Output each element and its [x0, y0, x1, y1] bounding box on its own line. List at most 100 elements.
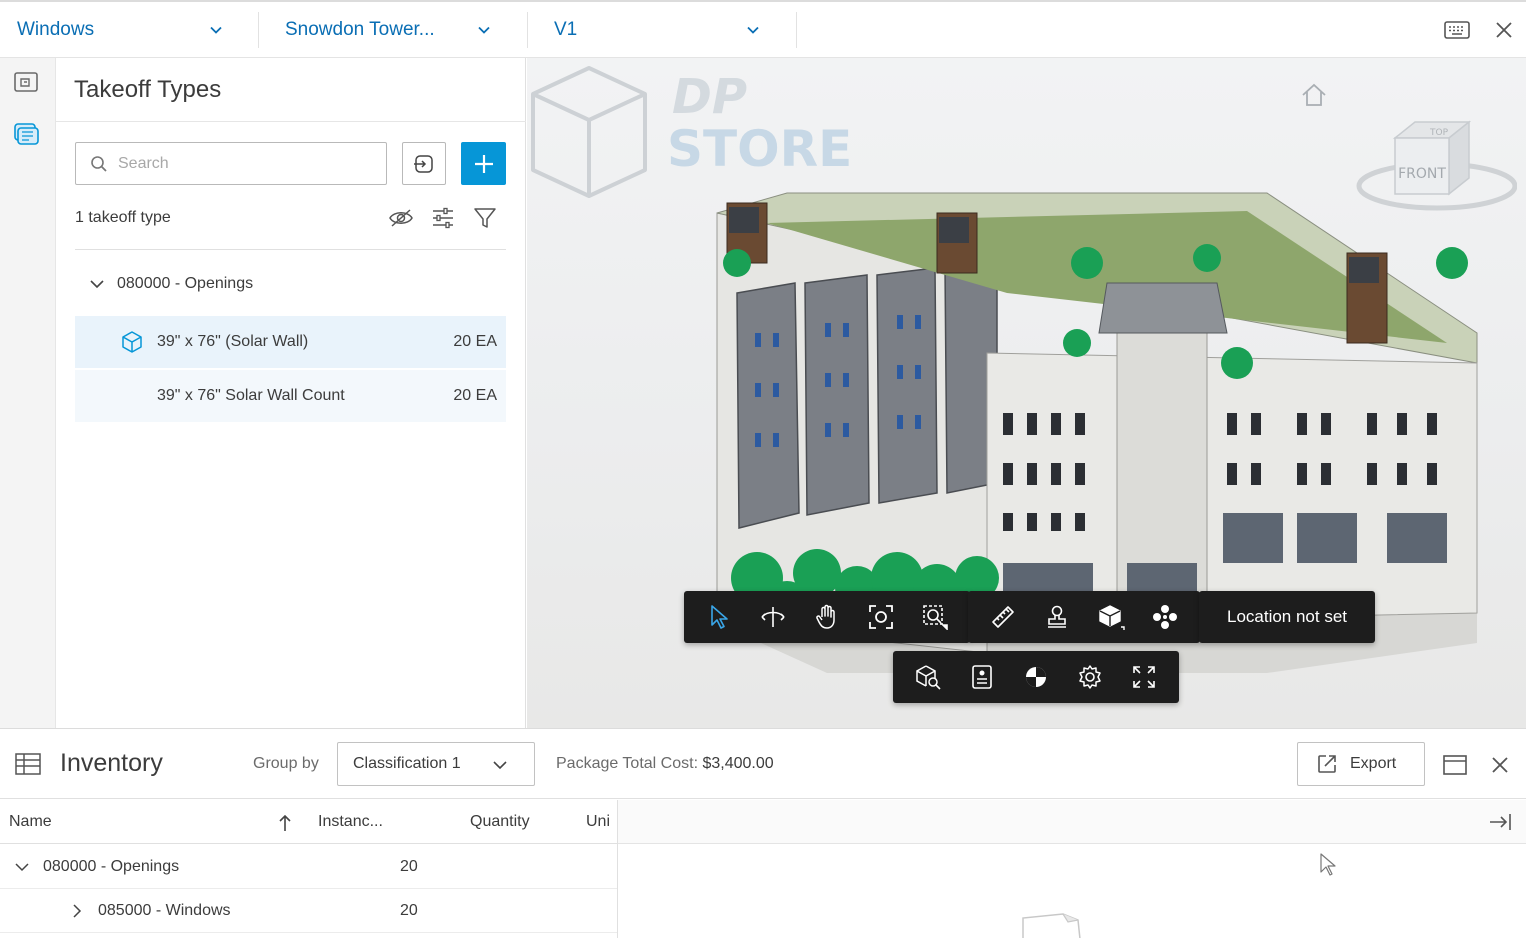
- version-dropdown-label: V1: [554, 19, 578, 40]
- panel-layout-icon[interactable]: [1441, 751, 1469, 779]
- divider: [258, 12, 259, 48]
- version-dropdown[interactable]: V1: [554, 2, 760, 58]
- divider: [75, 249, 506, 250]
- package-cost-label: Package Total Cost:: [556, 755, 699, 772]
- group-row-openings[interactable]: 080000 - Openings: [75, 266, 506, 302]
- viewcube-front-label: FRONT: [1398, 166, 1446, 182]
- package-cost-value: $3,400.00: [702, 755, 774, 772]
- column-header-quantity[interactable]: Quantity: [470, 813, 530, 831]
- fit-to-view-icon: [869, 605, 893, 629]
- panel-title: Takeoff Types: [74, 76, 222, 103]
- keyboard-icon[interactable]: [1443, 16, 1471, 44]
- project-dropdown-label: Windows: [17, 19, 95, 40]
- import-icon: [414, 154, 433, 173]
- chevron-right-icon[interactable]: [69, 903, 85, 919]
- zoom-window-button[interactable]: [912, 596, 958, 638]
- fullscreen-icon: [1133, 666, 1155, 688]
- app-root: Windows Snowdon Tower... V1 Takeoff Type…: [0, 0, 1526, 938]
- takeoff-type-item[interactable]: 39" x 76" (Solar Wall) 20 EA: [75, 316, 506, 368]
- left-rail: [0, 58, 56, 728]
- takeoff-type-qty: 20 EA: [453, 333, 497, 350]
- hand-icon: [816, 604, 835, 629]
- search-icon: [91, 155, 107, 172]
- table-icon: [15, 753, 41, 775]
- fullscreen-button[interactable]: [1121, 656, 1167, 698]
- watermark-text-1: DP: [672, 69, 747, 125]
- detail-pane: [617, 800, 1526, 938]
- location-status[interactable]: Location not set: [1199, 591, 1375, 643]
- filter-icon[interactable]: [471, 204, 499, 232]
- close-icon[interactable]: [1486, 751, 1514, 779]
- appearance-button[interactable]: [1013, 656, 1059, 698]
- group-label: 080000 - Openings: [117, 275, 254, 292]
- properties-button[interactable]: [959, 656, 1005, 698]
- explode-tool-button[interactable]: [1142, 596, 1188, 638]
- inventory-panel: Inventory Group by Classification 1 Pack…: [0, 728, 1526, 938]
- takeoff-models-icon[interactable]: [10, 118, 42, 150]
- chevron-down-icon: [478, 26, 490, 34]
- table-row[interactable]: 085000 - Windows 20: [0, 889, 617, 933]
- close-icon[interactable]: [1490, 16, 1518, 44]
- mouse-cursor-icon: [1320, 853, 1336, 876]
- row-instances: 20: [400, 858, 418, 875]
- pan-tool-button[interactable]: [804, 596, 850, 638]
- export-label: Export: [1350, 755, 1397, 772]
- add-takeoff-button[interactable]: [461, 142, 506, 185]
- row-name: 080000 - Openings: [43, 858, 180, 875]
- table-row[interactable]: 080000 - Openings 20: [0, 845, 617, 889]
- tools-toolbar: [968, 591, 1200, 643]
- gear-icon: [1079, 665, 1101, 689]
- chevron-down-icon: [90, 280, 104, 289]
- sort-ascending-icon[interactable]: [277, 813, 293, 833]
- divider: [527, 12, 528, 48]
- viewer-settings-button[interactable]: [1067, 656, 1113, 698]
- takeoff-package-item[interactable]: 39" x 76" Solar Wall Count 20 EA: [75, 370, 506, 422]
- fit-view-button[interactable]: [858, 596, 904, 638]
- group-by-select[interactable]: Classification 1: [337, 742, 535, 786]
- model-dropdown[interactable]: Snowdon Tower...: [285, 2, 491, 58]
- divider: [56, 121, 526, 122]
- section-box-icon: [1099, 605, 1125, 630]
- model-dropdown-label: Snowdon Tower...: [285, 19, 435, 40]
- cursor-icon: [711, 605, 728, 629]
- settings-sliders-icon[interactable]: [429, 204, 457, 232]
- chevron-down-icon: [493, 761, 507, 770]
- row-name: 085000 - Windows: [98, 902, 231, 919]
- inventory-table-header: Name Instanc... Quantity Uni: [0, 800, 617, 844]
- column-header-name[interactable]: Name: [9, 813, 52, 831]
- navigation-toolbar: [684, 591, 970, 643]
- section-tool-button[interactable]: [1088, 596, 1134, 638]
- home-icon[interactable]: [1299, 82, 1329, 108]
- markup-tool-button[interactable]: [1034, 596, 1080, 638]
- stamp-icon: [1048, 605, 1066, 628]
- model-viewer[interactable]: DP STORE FRONT TOP Location not set: [527, 58, 1526, 728]
- chevron-down-icon: [210, 26, 222, 34]
- measure-tool-button[interactable]: [980, 596, 1026, 638]
- orbit-icon: [761, 607, 785, 627]
- model-browser-button[interactable]: [905, 656, 951, 698]
- cube-icon: [122, 331, 142, 353]
- visibility-off-icon[interactable]: [387, 204, 415, 232]
- import-button[interactable]: [402, 142, 446, 185]
- package-total-cost: Package Total Cost: $3,400.00: [556, 755, 774, 773]
- collapse-right-icon[interactable]: [1488, 811, 1514, 833]
- search-box[interactable]: [75, 142, 387, 185]
- column-header-instances[interactable]: Instanc...: [318, 813, 383, 831]
- row-instances: 20: [400, 902, 418, 919]
- select-tool-button[interactable]: [696, 596, 742, 638]
- export-button[interactable]: Export: [1297, 742, 1425, 786]
- takeoff-types-panel: Takeoff Types 1 takeoff type 080000 - Op…: [56, 58, 526, 728]
- orbit-tool-button[interactable]: [750, 596, 796, 638]
- chevron-down-icon: [747, 26, 759, 34]
- takeoff-count: 1 takeoff type: [75, 209, 171, 226]
- takeoff-package-qty: 20 EA: [453, 387, 497, 404]
- group-by-label: Group by: [253, 755, 319, 772]
- takeoff-type-label: 39" x 76" (Solar Wall): [157, 333, 309, 350]
- chevron-down-icon[interactable]: [14, 859, 30, 875]
- column-header-unit[interactable]: Uni: [586, 813, 610, 831]
- sheets-icon[interactable]: [10, 66, 42, 98]
- project-dropdown[interactable]: Windows: [17, 2, 223, 58]
- top-bar: Windows Snowdon Tower... V1: [0, 0, 1526, 58]
- divider: [796, 12, 797, 48]
- search-input[interactable]: [118, 154, 368, 173]
